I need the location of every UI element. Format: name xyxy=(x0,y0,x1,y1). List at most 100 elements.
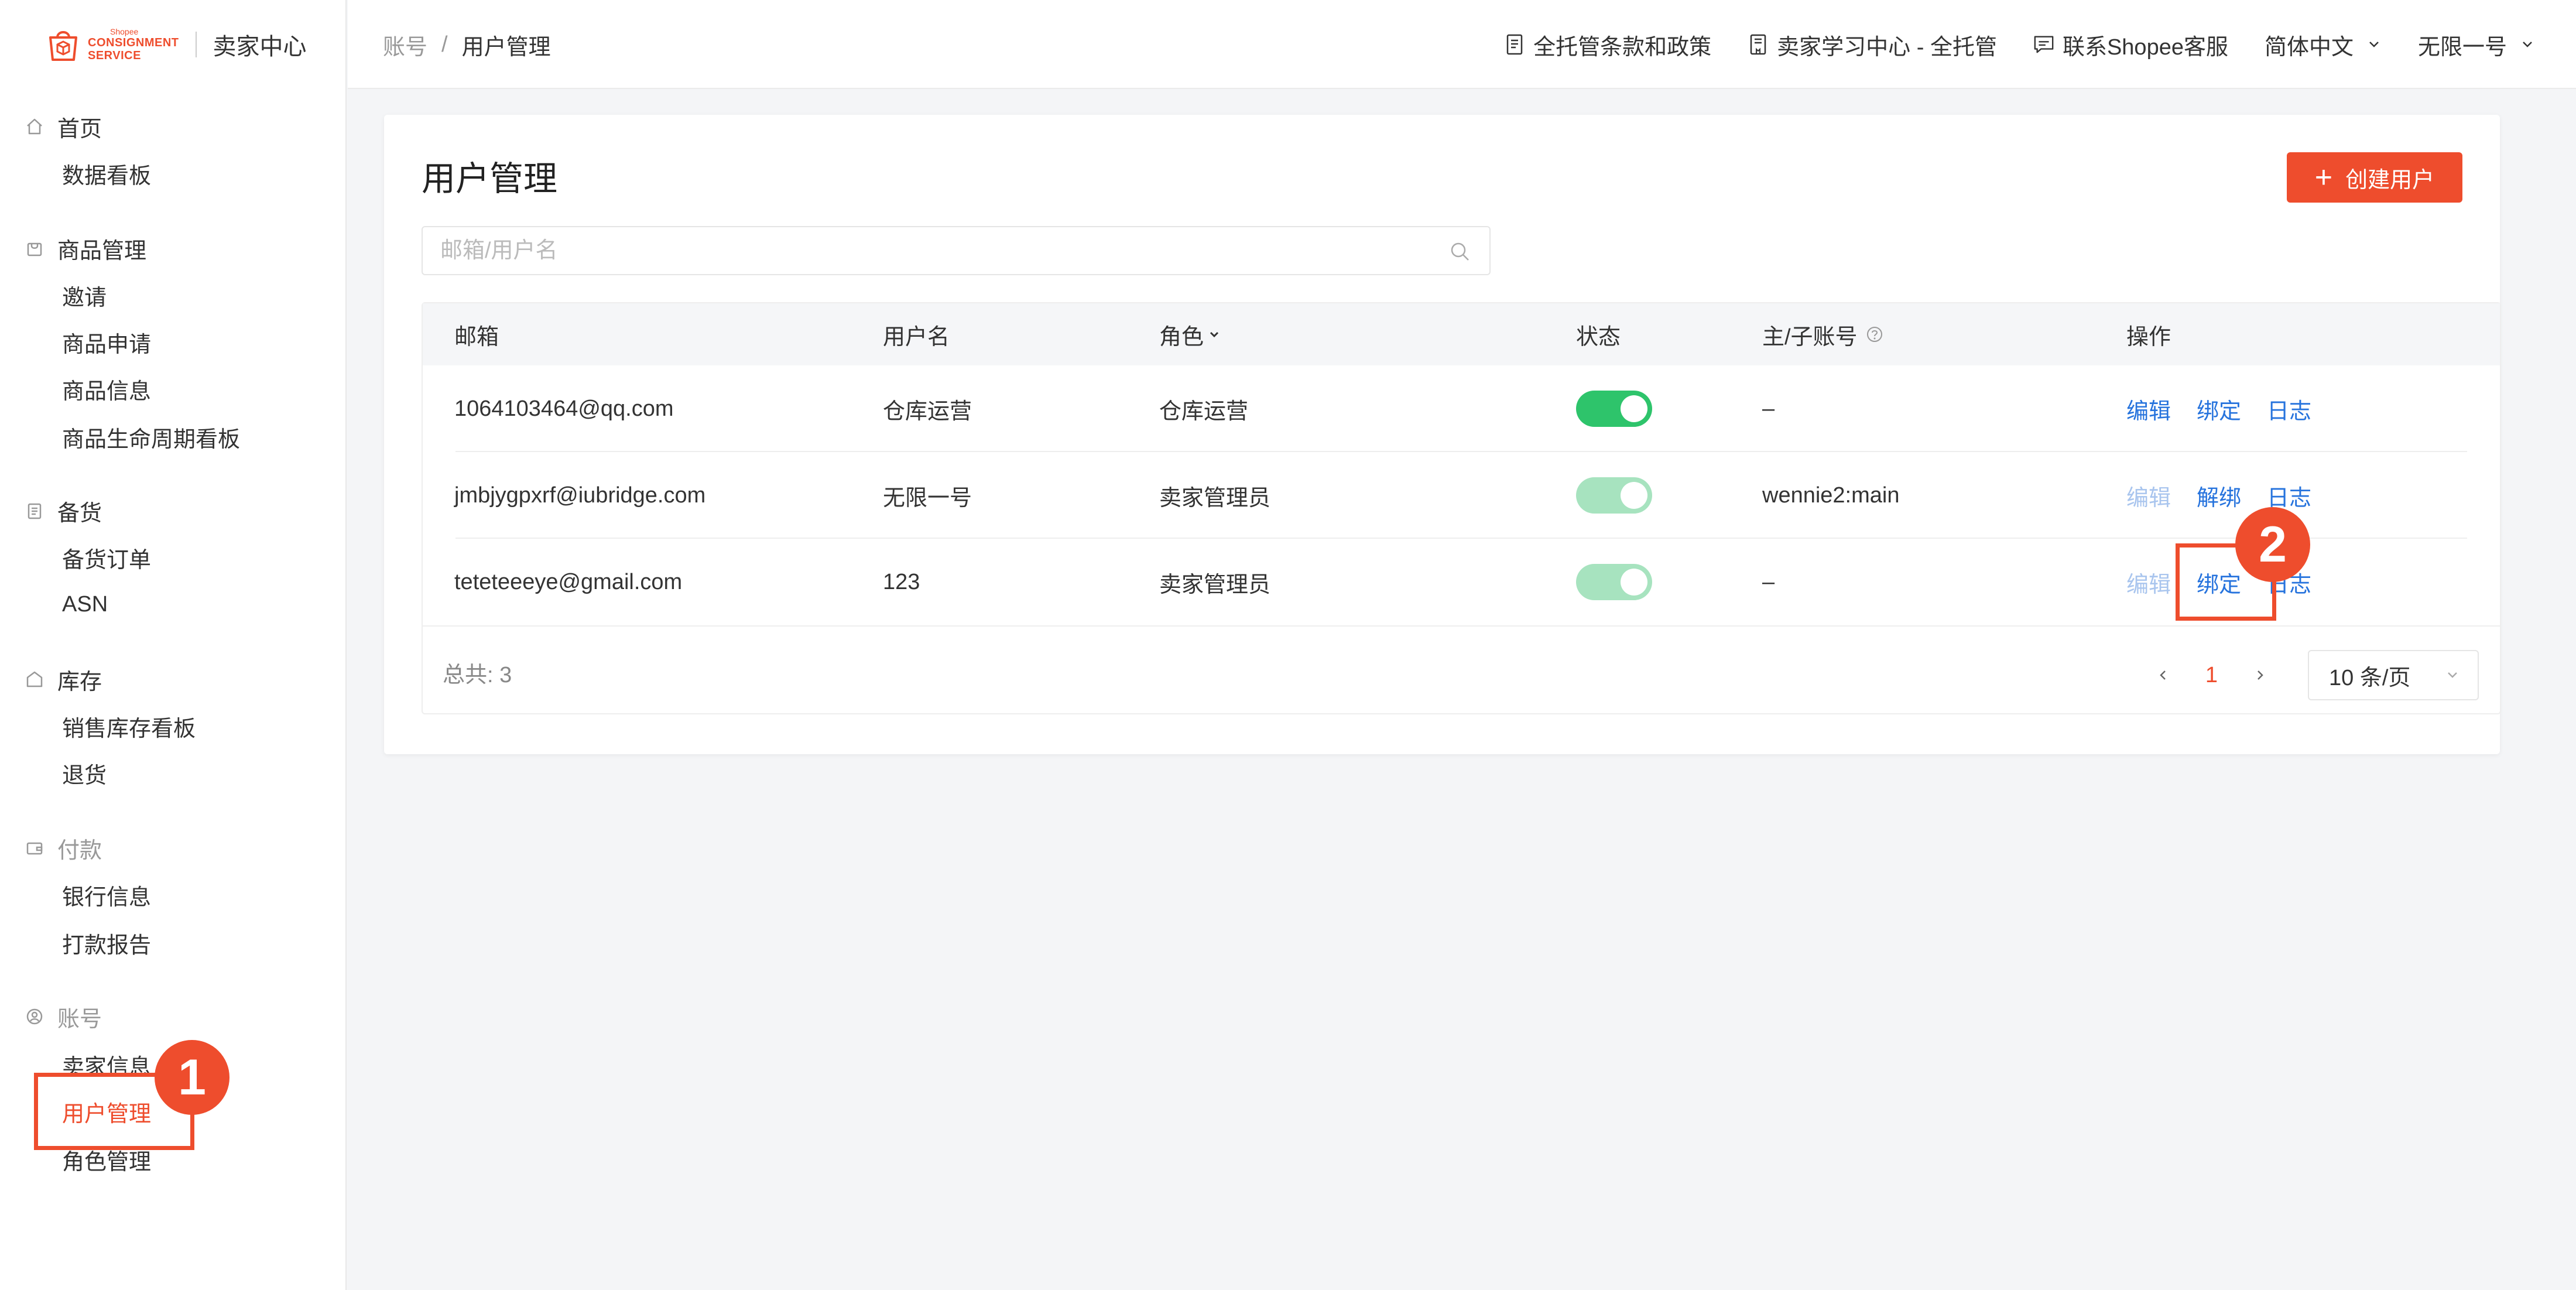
nav-group-inventory[interactable]: 库存 xyxy=(25,662,102,697)
table-row: 1064103464@qq.com 仓库运营 仓库运营 – 编辑 绑定 日志 xyxy=(423,365,2500,452)
help-icon[interactable] xyxy=(1866,326,1883,343)
chevron-down-icon xyxy=(1207,327,1221,341)
toggle-knob xyxy=(1621,482,1647,509)
sidebar-item-stock-orders[interactable]: 备货订单 xyxy=(62,540,151,575)
bag-icon xyxy=(25,238,44,258)
shopee-bag-icon xyxy=(44,26,82,63)
chevron-down-icon xyxy=(2520,37,2535,52)
brand-line2: CONSIGNMENT xyxy=(88,36,179,49)
edit-link[interactable]: 编辑 xyxy=(2126,566,2171,598)
nav-group-products[interactable]: 商品管理 xyxy=(25,231,146,266)
nav-group-label: 备货 xyxy=(57,501,102,526)
brand-line3: SERVICE xyxy=(88,49,141,62)
chat-icon xyxy=(2033,33,2054,56)
search-icon[interactable] xyxy=(1448,240,1472,264)
column-actions: 操作 xyxy=(2126,324,2171,350)
top-bar: 账号 / 用户管理 全托管条款和政策 卖家学习中心 - 全托管 联系Shopee… xyxy=(348,0,2576,89)
toggle-knob xyxy=(1621,569,1647,596)
edit-link[interactable]: 编辑 xyxy=(2126,393,2171,425)
page-size-select[interactable]: 10 条/页 xyxy=(2308,650,2479,700)
logo-divider xyxy=(195,32,197,57)
cell-status xyxy=(1576,539,1652,625)
cell-status xyxy=(1576,452,1652,539)
status-toggle[interactable] xyxy=(1576,564,1652,600)
cell-email: 1064103464@qq.com xyxy=(454,396,674,421)
home-icon xyxy=(25,117,44,136)
cell-actions: 编辑 解绑 日志 xyxy=(2126,452,2337,539)
book-icon xyxy=(1748,33,1769,56)
sidebar-item-returns[interactable]: 退货 xyxy=(62,755,107,791)
chevron-down-icon xyxy=(2366,37,2382,52)
account-label: 无限一号 xyxy=(2417,35,2507,60)
chevron-left-icon[interactable] xyxy=(2152,663,2175,687)
nav-group-payment[interactable]: 付款 xyxy=(25,830,102,865)
sidebar-item-product-apply[interactable]: 商品申请 xyxy=(62,324,151,360)
warehouse-icon xyxy=(25,669,44,689)
clipboard-icon xyxy=(25,501,44,521)
sidebar-item-payout-report[interactable]: 打款报告 xyxy=(62,925,151,960)
cell-account-type: wennie2:main xyxy=(1762,483,1900,508)
cell-username: 仓库运营 xyxy=(883,399,972,424)
learning-center-label: 卖家学习中心 - 全托管 xyxy=(1777,35,1997,60)
create-user-label: 创建用户 xyxy=(2345,167,2435,193)
status-toggle[interactable] xyxy=(1576,477,1652,514)
column-account-type-label: 主/子账号 xyxy=(1762,324,1858,350)
cell-role: 卖家管理员 xyxy=(1159,572,1271,597)
cell-username: 123 xyxy=(883,569,920,594)
brand-wordmark: Shopee CONSIGNMENT SERVICE xyxy=(88,28,179,61)
pagination: 1 10 条/页 xyxy=(2152,649,2479,702)
page-title: 用户管理 xyxy=(422,160,558,198)
app-title: 卖家中心 xyxy=(213,34,307,60)
terms-policy-link[interactable]: 全托管条款和政策 xyxy=(1504,29,1711,61)
sidebar-item-product-lifecycle[interactable]: 商品生命周期看板 xyxy=(62,419,240,454)
user-circle-icon xyxy=(25,1007,44,1026)
total-count: 总共: 3 xyxy=(443,662,512,687)
wallet-icon xyxy=(25,838,44,858)
status-toggle[interactable] xyxy=(1576,391,1652,427)
breadcrumb-current: 用户管理 xyxy=(461,35,551,60)
table-row: jmbjygpxrf@iubridge.com 无限一号 卖家管理员 wenni… xyxy=(423,452,2500,539)
language-selector[interactable]: 简体中文 xyxy=(2265,29,2382,61)
nav-group-label: 首页 xyxy=(57,117,102,142)
cell-account-type: – xyxy=(1762,396,1775,421)
edit-link[interactable]: 编辑 xyxy=(2126,480,2171,512)
column-role[interactable]: 角色 xyxy=(1159,303,1221,365)
users-table: 邮箱 用户名 角色 状态 主/子账号 操作 1064103464@qq.com … xyxy=(422,302,2501,714)
sidebar-item-dashboard[interactable]: 数据看板 xyxy=(62,156,151,191)
plus-icon: + xyxy=(2314,160,2333,194)
cell-role: 仓库运营 xyxy=(1159,399,1249,424)
column-username: 用户名 xyxy=(883,324,950,350)
language-label: 简体中文 xyxy=(2264,35,2354,60)
user-management-card: 用户管理 + 创建用户 邮箱 用户名 角色 状态 xyxy=(384,115,2501,754)
brand-line1: Shopee xyxy=(110,27,139,36)
sidebar-item-product-info[interactable]: 商品信息 xyxy=(62,371,151,406)
log-link[interactable]: 日志 xyxy=(2267,393,2311,425)
contact-support-link[interactable]: 联系Shopee客服 xyxy=(2033,29,2228,61)
create-user-button[interactable]: + 创建用户 xyxy=(2287,152,2462,203)
search-box xyxy=(422,226,1491,275)
page-size-label: 10 条/页 xyxy=(2329,665,2411,690)
bind-link[interactable]: 绑定 xyxy=(2197,393,2241,425)
chevron-down-icon xyxy=(2445,668,2460,683)
search-input[interactable] xyxy=(440,227,1412,274)
sidebar-item-asn[interactable]: ASN xyxy=(62,587,108,622)
table-footer-divider xyxy=(423,625,2500,627)
account-menu[interactable]: 无限一号 xyxy=(2418,29,2535,61)
brand-logo[interactable]: Shopee CONSIGNMENT SERVICE 卖家中心 xyxy=(44,21,307,68)
chevron-right-icon[interactable] xyxy=(2248,663,2272,687)
terms-policy-label: 全托管条款和政策 xyxy=(1533,35,1712,60)
nav-group-account[interactable]: 账号 xyxy=(25,999,102,1034)
cell-username: 无限一号 xyxy=(883,485,972,511)
sidebar-item-sales-inventory[interactable]: 销售库存看板 xyxy=(62,709,196,744)
sidebar-item-bank-info[interactable]: 银行信息 xyxy=(62,877,151,912)
cell-email: teteteeeye@gmail.com xyxy=(454,569,683,594)
cell-actions: 编辑 绑定 日志 xyxy=(2126,365,2337,452)
sidebar-item-invite[interactable]: 邀请 xyxy=(62,278,107,313)
breadcrumb-account[interactable]: 账号 xyxy=(383,29,427,61)
page-number-current[interactable]: 1 xyxy=(2205,663,2218,688)
table-header: 邮箱 用户名 角色 状态 主/子账号 操作 xyxy=(423,303,2500,365)
learning-center-link[interactable]: 卖家学习中心 - 全托管 xyxy=(1748,29,1997,61)
nav-group-stocking[interactable]: 备货 xyxy=(25,493,102,528)
unbind-link[interactable]: 解绑 xyxy=(2197,480,2241,512)
nav-group-home[interactable]: 首页 xyxy=(25,109,102,144)
